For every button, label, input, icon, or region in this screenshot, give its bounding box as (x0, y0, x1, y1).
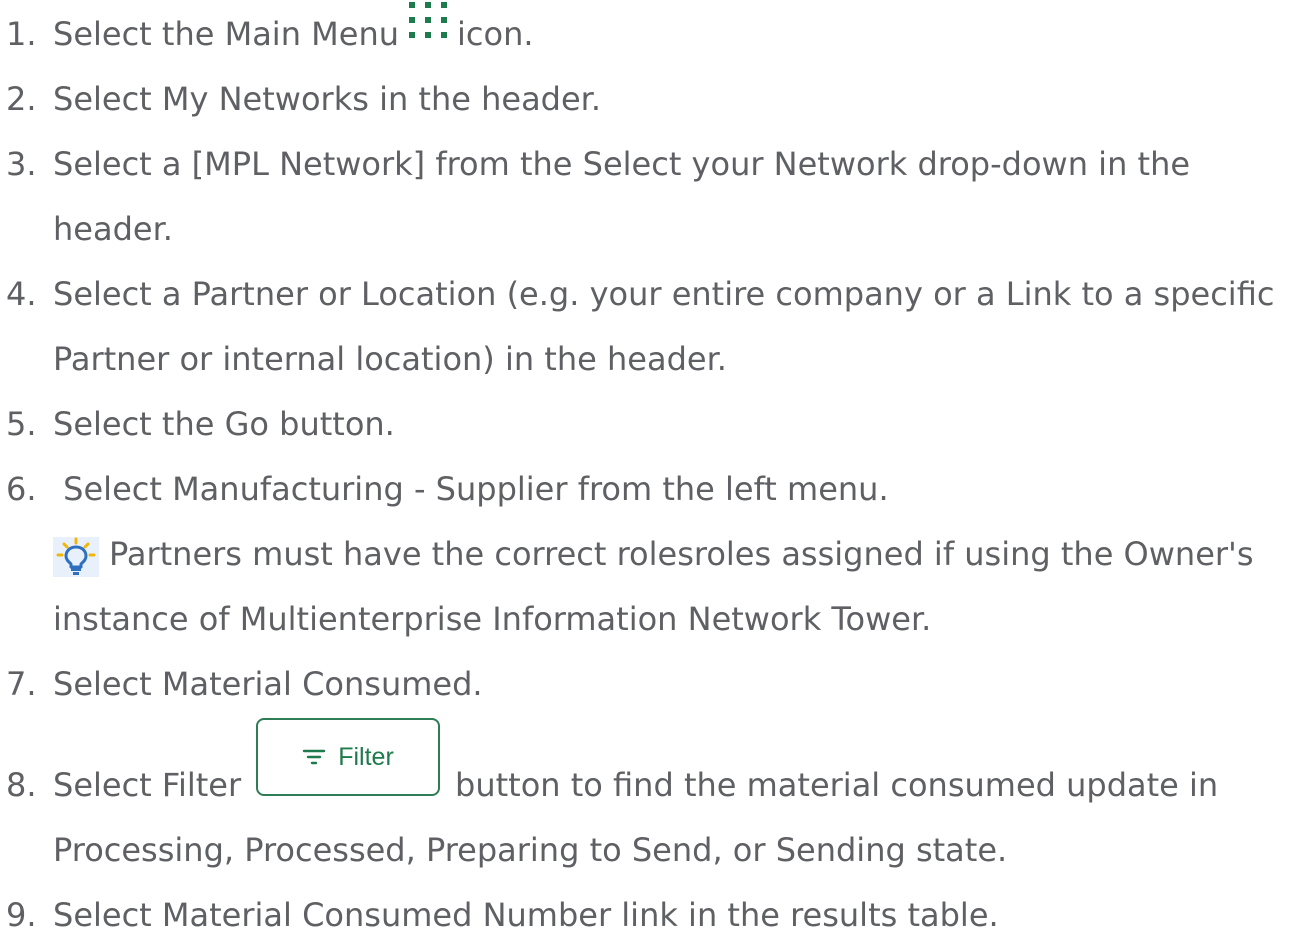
step-text-after: icon. (457, 15, 534, 53)
lightbulb-icon (53, 534, 99, 577)
step-number: 9. (6, 896, 37, 934)
step-number: 8. (6, 766, 37, 804)
step-text: Select Material Consumed Number link in … (53, 896, 999, 934)
tip-text-line-1: Partners must have the correct rolesrole… (109, 535, 1254, 573)
step-text: Select the Main Menu icon. (53, 2, 534, 67)
filter-icon (302, 749, 326, 765)
step-text: Select Material Consumed. (53, 665, 483, 703)
step-number: 5. (6, 405, 37, 443)
step-text: Select a Partner or Location (e.g. your … (53, 275, 1275, 313)
step-text: Select My Networks in the header. (53, 80, 602, 118)
step-number: 7. (6, 665, 37, 703)
main-menu-icon (409, 2, 449, 46)
step-text: Select the Go button. (53, 405, 395, 443)
step-8-continuation: Processing, Processed, Preparing to Send… (53, 831, 1008, 869)
step-text: Select Manufacturing - Supplier from the… (53, 470, 889, 508)
tip-note: Partners must have the correct rolesrole… (53, 522, 1254, 587)
step-text-before: Select Filter (53, 766, 242, 804)
step-number: 3. (6, 145, 37, 183)
step-number: 6. (6, 470, 37, 508)
step-text-after: button to find the material consumed upd… (455, 766, 1219, 804)
step-4-continuation: Partner or internal location) in the hea… (53, 340, 727, 378)
step-number: 4. (6, 275, 37, 313)
filter-button[interactable]: Filter (256, 718, 440, 796)
tip-text-line-2: instance of Multienterprise Information … (53, 600, 932, 638)
step-number: 1. (6, 15, 37, 53)
step-text: Select a [MPL Network] from the Select y… (53, 145, 1191, 183)
step-3-continuation: header. (53, 210, 173, 248)
filter-button-label: Filter (338, 742, 394, 771)
step-text-before: Select the Main Menu (53, 15, 399, 53)
step-number: 2. (6, 80, 37, 118)
